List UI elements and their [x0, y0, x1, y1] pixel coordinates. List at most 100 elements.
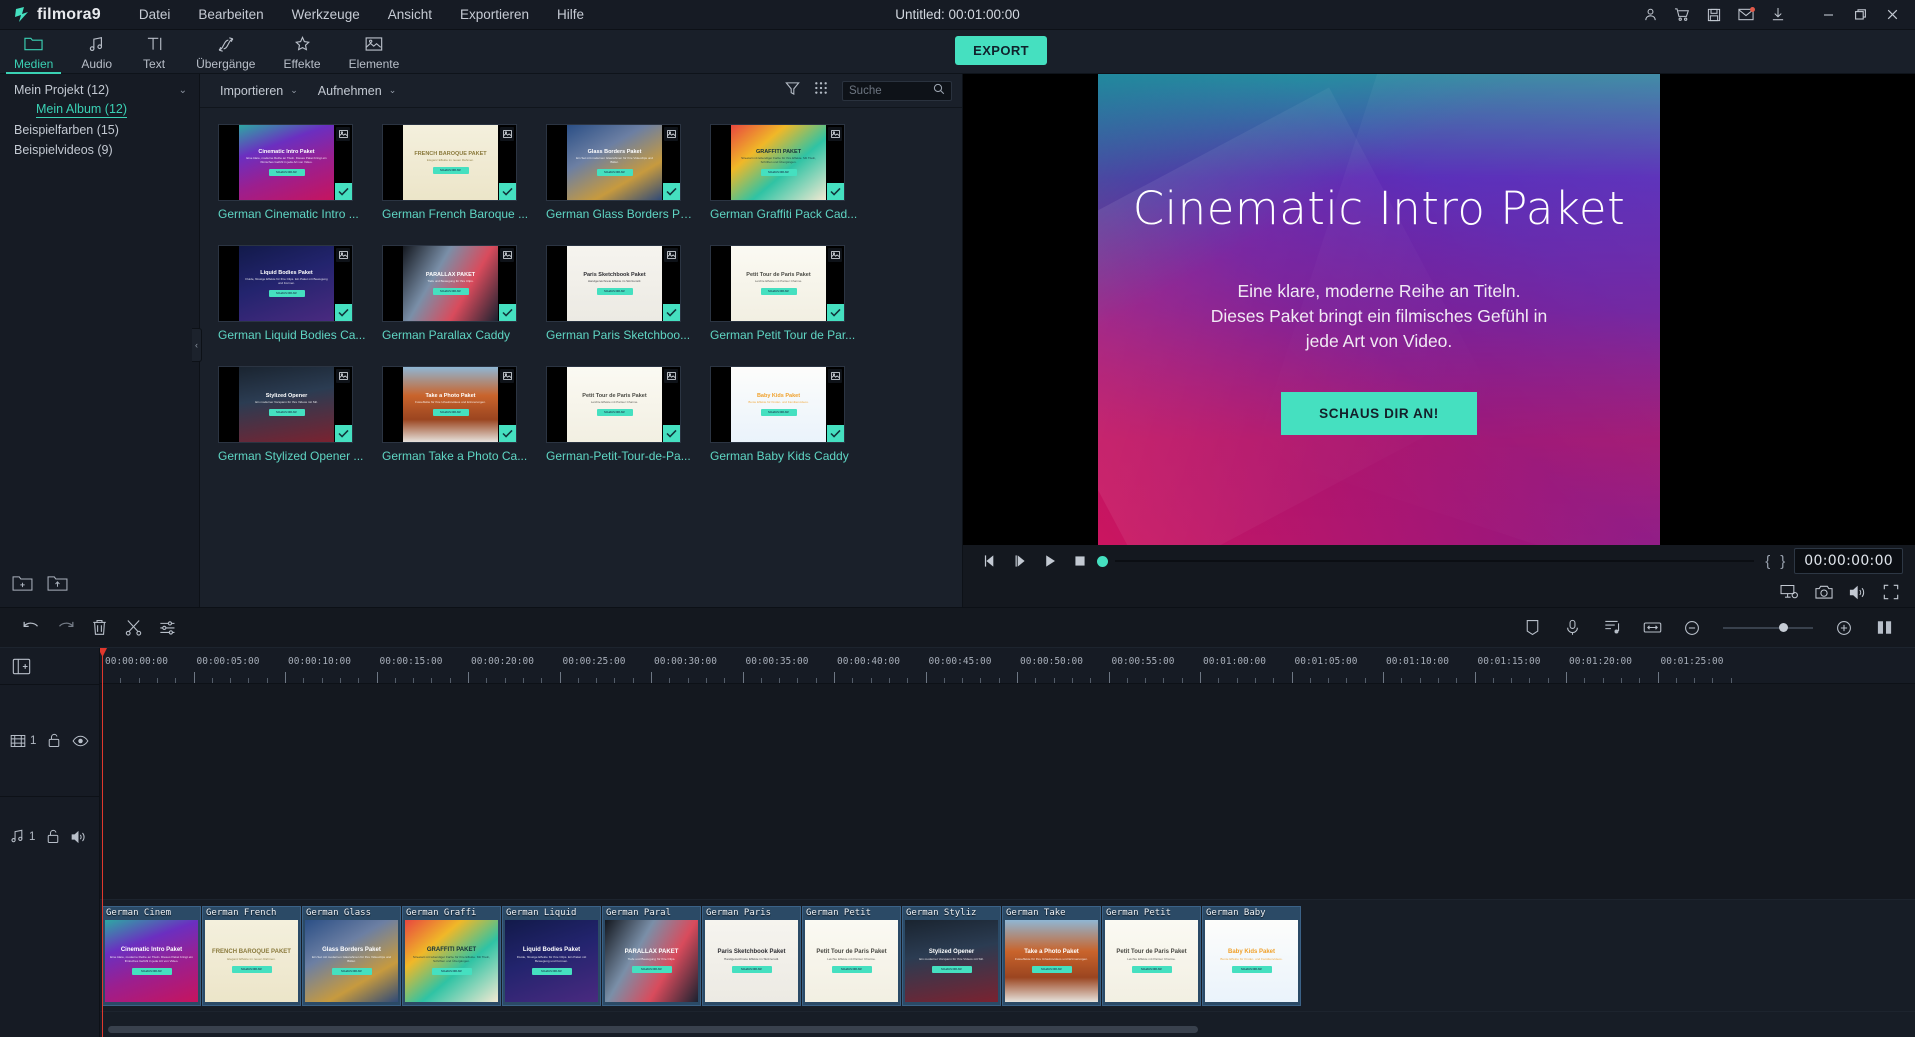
- timeline-clip[interactable]: German Liquid Liquid Bodies Paket Fluide, …: [502, 906, 601, 1006]
- menu-datei[interactable]: Datei: [125, 3, 185, 26]
- close-icon[interactable]: [1877, 2, 1907, 28]
- prev-frame-icon[interactable]: [975, 548, 1005, 574]
- scrub-playhead[interactable]: [1097, 555, 1108, 567]
- mail-icon[interactable]: [1731, 2, 1761, 28]
- display-settings-icon[interactable]: [1780, 584, 1799, 600]
- search-box[interactable]: [842, 80, 952, 101]
- media-thumbnail[interactable]: Glass Borders Paket Ein Set mit modernen …: [546, 124, 681, 201]
- timeline-clip[interactable]: German Styliz Stylized Opener Ein moderner…: [902, 906, 1001, 1006]
- split-view-button[interactable]: [1867, 613, 1901, 643]
- media-item[interactable]: Liquid Bodies Paket Fluide, flüssige Effe…: [218, 245, 382, 342]
- add-track-button[interactable]: [0, 648, 99, 684]
- media-thumbnail[interactable]: Baby Kids Paket Bunte Effekte für Kinder-…: [710, 366, 845, 443]
- restore-icon[interactable]: [1845, 2, 1875, 28]
- media-thumbnail[interactable]: Petit Tour de Paris Paket Leichte Effekte…: [710, 245, 845, 322]
- unlock-icon[interactable]: [47, 733, 61, 748]
- redo-button[interactable]: [48, 613, 82, 643]
- video-track-header[interactable]: 1: [0, 684, 99, 796]
- sidebar-item-beispielvideos[interactable]: Beispielvideos (9): [0, 140, 199, 160]
- timeline-hscrollbar-thumb[interactable]: [108, 1026, 1198, 1033]
- new-folder-icon[interactable]: [12, 575, 33, 597]
- next-frame-icon[interactable]: [1005, 548, 1035, 574]
- timeline-hscrollbar[interactable]: [100, 1026, 1915, 1034]
- menu-ansicht[interactable]: Ansicht: [374, 3, 446, 26]
- save-icon[interactable]: [1699, 2, 1729, 28]
- mark-out-button[interactable]: }: [1775, 553, 1790, 570]
- timeline-canvas[interactable]: 00:00:00:00 00:00:05:00 00:00:10:00 00:00:1…: [100, 648, 1915, 1037]
- stop-icon[interactable]: [1065, 548, 1095, 574]
- timeline-ruler[interactable]: 00:00:00:00 00:00:05:00 00:00:10:00 00:00:1…: [100, 648, 1915, 684]
- timeline-clip[interactable]: German Take Take a Photo Paket Fotoeffekte…: [1002, 906, 1101, 1006]
- fit-timeline-button[interactable]: [1635, 613, 1669, 643]
- zoom-slider-knob[interactable]: [1778, 623, 1788, 632]
- timeline-clip[interactable]: German Graffi GRAFFITI PAKET Streetart mit…: [402, 906, 501, 1006]
- minimize-icon[interactable]: [1813, 2, 1843, 28]
- play-icon[interactable]: [1035, 548, 1065, 574]
- menu-hilfe[interactable]: Hilfe: [543, 3, 598, 26]
- timeline-clip[interactable]: German Petit Petit Tour de Paris Paket Lei…: [802, 906, 901, 1006]
- filter-icon[interactable]: [785, 81, 800, 101]
- timeline-clip[interactable]: German Paris Paris Sketchbook Paket Handge…: [702, 906, 801, 1006]
- chevron-down-icon[interactable]: ⌄: [179, 85, 187, 96]
- record-button[interactable]: Aufnehmen ⌄: [308, 80, 406, 102]
- media-item[interactable]: Stylized Opener Ein moderner Vorspann für…: [218, 366, 382, 463]
- tab-medien[interactable]: Medien: [0, 30, 67, 74]
- fullscreen-icon[interactable]: [1883, 584, 1899, 600]
- voiceover-button[interactable]: [1555, 613, 1589, 643]
- zoom-in-button[interactable]: [1827, 613, 1861, 643]
- timeline-clip[interactable]: German Baby Baby Kids Paket Bunte Effekte …: [1202, 906, 1301, 1006]
- export-button[interactable]: EXPORT: [955, 36, 1047, 65]
- tab-text[interactable]: Text: [126, 30, 182, 74]
- media-item[interactable]: Petit Tour de Paris Paket Leichte Effekte…: [546, 366, 710, 463]
- media-item[interactable]: Baby Kids Paket Bunte Effekte für Kinder-…: [710, 366, 874, 463]
- timeline-clip[interactable]: German Cinem Cinematic Intro Paket Eine kl…: [102, 906, 201, 1006]
- speaker-icon[interactable]: [71, 830, 87, 844]
- media-thumbnail[interactable]: PARALLAX PAKET Tiefe und Bewegung für Ihr…: [382, 245, 517, 322]
- media-thumbnail[interactable]: GRAFFITI PAKET Streetart mit lebendiger F…: [710, 124, 845, 201]
- video-track-lane[interactable]: German Cinem Cinematic Intro Paket Eine kl…: [100, 899, 1915, 1011]
- mark-in-button[interactable]: {: [1760, 553, 1775, 570]
- search-input[interactable]: [849, 84, 933, 97]
- cart-icon[interactable]: [1667, 2, 1697, 28]
- split-button[interactable]: [116, 613, 150, 643]
- media-thumbnail[interactable]: Paris Sketchbook Paket Handgezeichnete Ef…: [546, 245, 681, 322]
- zoom-out-button[interactable]: [1675, 613, 1709, 643]
- tab-audio[interactable]: Audio: [67, 30, 126, 74]
- tab-effekte[interactable]: Effekte: [269, 30, 334, 74]
- scrub-bar[interactable]: [1097, 548, 1755, 574]
- audio-track-header[interactable]: 1: [0, 796, 99, 876]
- add-marker-button[interactable]: [1515, 613, 1549, 643]
- download-icon[interactable]: [1763, 2, 1793, 28]
- tab-uebergaenge[interactable]: Übergänge: [182, 30, 269, 74]
- media-thumbnail[interactable]: Petit Tour de Paris Paket Leichte Effekte…: [546, 366, 681, 443]
- timeline-clip[interactable]: German Petit Petit Tour de Paris Paket Lei…: [1102, 906, 1201, 1006]
- timeline-zoom-slider[interactable]: [1723, 618, 1813, 638]
- search-icon[interactable]: [933, 82, 945, 100]
- menu-werkzeuge[interactable]: Werkzeuge: [278, 3, 374, 26]
- import-button[interactable]: Importieren ⌄: [210, 80, 308, 102]
- timeline-clip[interactable]: German French FRENCH BAROQUE PAKET Eleganz…: [202, 906, 301, 1006]
- unlock-icon[interactable]: [46, 829, 60, 844]
- account-icon[interactable]: [1635, 2, 1665, 28]
- timeline-clip[interactable]: German Paral PARALLAX PAKET Tiefe und Bewe…: [602, 906, 701, 1006]
- menu-bearbeiten[interactable]: Bearbeiten: [184, 3, 277, 26]
- timeline-playhead[interactable]: [102, 648, 103, 1037]
- menu-exportieren[interactable]: Exportieren: [446, 3, 543, 26]
- timeline-clip[interactable]: German Glass Glass Borders Paket Ein Set m…: [302, 906, 401, 1006]
- media-thumbnail[interactable]: Liquid Bodies Paket Fluide, flüssige Effe…: [218, 245, 353, 322]
- undo-button[interactable]: [14, 613, 48, 643]
- media-item[interactable]: Cinematic Intro Paket Eine klare, moderne…: [218, 124, 382, 221]
- media-item[interactable]: Paris Sketchbook Paket Handgezeichnete Ef…: [546, 245, 710, 342]
- delete-button[interactable]: [82, 613, 116, 643]
- media-item[interactable]: Petit Tour de Paris Paket Leichte Effekte…: [710, 245, 874, 342]
- sidebar-item-beispielfarben[interactable]: Beispielfarben (15): [0, 120, 199, 140]
- tab-elemente[interactable]: Elemente: [335, 30, 414, 74]
- grid-view-icon[interactable]: [814, 81, 828, 100]
- media-item[interactable]: FRENCH BAROQUE PAKET Eleganz Effekte im n…: [382, 124, 546, 221]
- media-item[interactable]: GRAFFITI PAKET Streetart mit lebendiger F…: [710, 124, 874, 221]
- import-folder-icon[interactable]: [47, 575, 68, 597]
- media-thumbnail[interactable]: Stylized Opener Ein moderner Vorspann für…: [218, 366, 353, 443]
- sidebar-collapse-handle[interactable]: ‹: [192, 328, 202, 362]
- eye-icon[interactable]: [72, 735, 89, 747]
- media-thumbnail[interactable]: Cinematic Intro Paket Eine klare, moderne…: [218, 124, 353, 201]
